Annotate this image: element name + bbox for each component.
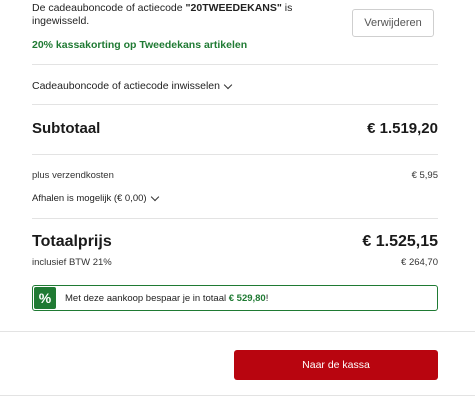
- redeem-code-label: Cadeauboncode of actiecode inwisselen: [32, 80, 220, 92]
- vat-label: inclusief BTW 21%: [32, 257, 112, 268]
- divider: [32, 64, 438, 65]
- remove-coupon-button[interactable]: Verwijderen: [352, 9, 434, 37]
- subtotal-value: € 1.519,20: [367, 120, 438, 137]
- divider: [32, 154, 438, 155]
- shipping-label: plus verzendkosten: [32, 170, 114, 181]
- checkout-button[interactable]: Naar de kassa: [234, 350, 438, 380]
- coupon-discount-text: 20% kassakorting op Tweedekans artikelen: [32, 39, 248, 51]
- percent-icon: %: [34, 287, 56, 309]
- total-label: Totaalprijs: [32, 233, 112, 250]
- pickup-label: Afhalen is mogelijk (€ 0,00): [32, 193, 147, 204]
- divider: [0, 395, 475, 396]
- coupon-message: De cadeauboncode of actiecode "20TWEEDEK…: [32, 2, 312, 28]
- redeem-code-toggle[interactable]: Cadeauboncode of actiecode inwisselen: [32, 80, 233, 92]
- pickup-toggle[interactable]: Afhalen is mogelijk (€ 0,00): [32, 192, 159, 204]
- chevron-down-icon: [150, 192, 159, 202]
- savings-text: Met deze aankoop bespaar je in totaal € …: [65, 293, 268, 304]
- chevron-down-icon: [223, 80, 233, 89]
- coupon-code: "20TWEEDEKANS": [185, 2, 282, 14]
- shipping-value: € 5,95: [411, 170, 438, 181]
- subtotal-label: Subtotaal: [32, 120, 101, 137]
- divider: [0, 331, 475, 332]
- total-value: € 1.525,15: [362, 233, 438, 250]
- savings-amount: € 529,80: [228, 292, 266, 304]
- savings-banner: % Met deze aankoop bespaar je in totaal …: [32, 285, 438, 311]
- divider: [32, 218, 438, 219]
- subtotal-row: Subtotaal € 1.519,20: [32, 120, 438, 140]
- coupon-applied-section: De cadeauboncode of actiecode "20TWEEDEK…: [32, 0, 438, 56]
- divider: [32, 104, 438, 105]
- vat-value: € 264,70: [401, 257, 438, 268]
- savings-text-prefix: Met deze aankoop bespaar je in totaal: [65, 292, 229, 304]
- coupon-message-prefix: De cadeauboncode of actiecode: [32, 2, 186, 14]
- savings-text-suffix: !: [265, 292, 269, 304]
